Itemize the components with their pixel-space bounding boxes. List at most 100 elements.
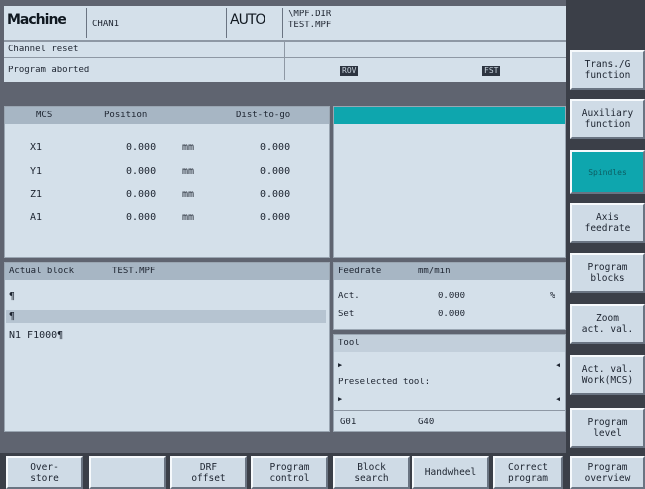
softkey-trans-g-function[interactable]: Trans./G function: [570, 50, 645, 90]
gcode-group-2: G40: [418, 418, 435, 427]
feedrate-set-label: Set: [338, 310, 355, 319]
axis-dist-to-go: 0.000: [260, 143, 291, 153]
axis-position: 0.000: [126, 213, 157, 223]
softkey-program-control[interactable]: Program control: [251, 456, 328, 489]
tool-arrow-left-icon: ◀: [556, 362, 561, 369]
divider: [226, 8, 227, 38]
block-line[interactable]: ¶: [9, 292, 15, 302]
area-title: Machine: [7, 13, 66, 27]
feedrate-title: Feedrate: [338, 267, 382, 276]
softkey-label: Correct: [507, 461, 549, 473]
channel-name: CHAN1: [92, 20, 120, 29]
axis-dist-to-go: 0.000: [260, 190, 291, 200]
block-line-highlight: [6, 310, 326, 323]
softkey-label: Act. val.: [581, 364, 634, 375]
softkey-auxiliary-function[interactable]: Auxiliary function: [570, 99, 645, 139]
softkey-axis-feedrate[interactable]: Axis feedrate: [570, 203, 645, 243]
status-channel-reset: Channel reset: [8, 45, 79, 54]
softkey-label: function: [584, 119, 631, 130]
softkey-label: control: [269, 472, 310, 484]
softkey-label: Handwheel: [424, 467, 477, 478]
col-header-dist-to-go: Dist-to-go: [236, 111, 291, 120]
tool-arrow-right-icon: ▶: [338, 362, 343, 369]
tool-title: Tool: [338, 339, 360, 348]
softkey-label: Over-: [30, 461, 59, 473]
divider: [4, 57, 566, 58]
status-program-aborted: Program aborted: [8, 66, 90, 75]
softkey-program-overview[interactable]: Program overview: [570, 456, 645, 489]
axis-unit: mm: [182, 167, 195, 177]
softkey-correct-program[interactable]: Correct program: [493, 456, 563, 489]
tool-arrow-left-icon: ◀: [556, 396, 561, 403]
feedrate-set-value: 0.000: [438, 310, 466, 319]
softkey-label: Work(MCS): [581, 375, 634, 386]
col-header-position: Position: [104, 111, 148, 120]
axis-label: A1: [30, 213, 43, 223]
axis-label: Z1: [30, 190, 43, 200]
softkey-label: function: [584, 70, 631, 81]
spindle-panel-header: [334, 107, 565, 124]
softkey-label: Program: [587, 461, 628, 473]
softkey-program-level[interactable]: Program level: [570, 408, 645, 448]
col-header-mcs: MCS: [36, 111, 53, 120]
divider: [86, 8, 87, 38]
program-path: \MPF.DIR: [288, 10, 332, 19]
softkey-label: program: [507, 472, 549, 484]
softkey-label: Program: [587, 417, 628, 428]
softkey-label: feedrate: [584, 223, 631, 234]
axis-position: 0.000: [126, 167, 157, 177]
softkey-label: Auxiliary: [581, 108, 634, 119]
softkey-label: Program: [269, 461, 310, 473]
softkey-label: DRF: [199, 461, 218, 473]
tool-header: [334, 335, 565, 352]
preselected-tool-label: Preselected tool:: [338, 378, 431, 387]
softkey-zoom-act-val[interactable]: Zoom act. val.: [570, 304, 645, 344]
divider: [284, 42, 285, 80]
softkey-drf-offset[interactable]: DRF offset: [170, 456, 247, 489]
mode-indicator: AUTO: [230, 13, 266, 27]
block-line[interactable]: N1 F1000¶: [9, 331, 63, 341]
feedrate-act-label: Act.: [338, 292, 360, 301]
axis-unit: mm: [182, 143, 195, 153]
feedrate-unit: mm/min: [418, 267, 451, 276]
actual-block-title: Actual block: [9, 267, 75, 276]
softkey-block-search[interactable]: Block search: [333, 456, 410, 489]
softkey-label: store: [30, 472, 59, 484]
softkey-empty[interactable]: [89, 456, 166, 489]
softkey-program-blocks[interactable]: Program blocks: [570, 253, 645, 293]
axis-unit: mm: [182, 213, 195, 223]
feedrate-act-value: 0.000: [438, 292, 466, 301]
gcode-group-1: G01: [340, 418, 357, 427]
actual-block-panel: [4, 262, 330, 432]
axis-label: X1: [30, 143, 43, 153]
softkey-handwheel[interactable]: Handwheel: [412, 456, 489, 489]
softkey-label: Trans./G: [584, 59, 631, 70]
softkey-label: level: [593, 428, 622, 439]
softkey-label: overview: [584, 472, 631, 484]
softkey-label: Axis: [596, 212, 619, 223]
axis-position: 0.000: [126, 143, 157, 153]
softkey-label: offset: [191, 472, 226, 484]
softkey-label: blocks: [590, 273, 625, 284]
axis-unit: mm: [182, 190, 195, 200]
axis-label: Y1: [30, 167, 43, 177]
softkey-act-val-work-mcs[interactable]: Act. val. Work(MCS): [570, 355, 645, 395]
block-line[interactable]: ¶: [9, 312, 15, 322]
axis-dist-to-go: 0.000: [260, 213, 291, 223]
fst-indicator: FST: [482, 66, 501, 76]
softkey-label: Block: [357, 461, 386, 473]
tool-arrow-right-icon: ▶: [338, 396, 343, 403]
divider: [334, 410, 565, 411]
softkey-label: search: [354, 472, 389, 484]
axis-position: 0.000: [126, 190, 157, 200]
spindle-panel: [333, 106, 566, 258]
program-name: TEST.MPF: [288, 21, 332, 30]
softkey-overstore[interactable]: Over- store: [6, 456, 83, 489]
softkey-label: Program: [587, 262, 628, 273]
feedrate-act-unit: %: [550, 292, 556, 301]
actual-block-program: TEST.MPF: [112, 267, 156, 276]
position-panel: [4, 106, 330, 258]
softkey-label: Zoom: [596, 313, 619, 324]
softkey-spindles[interactable]: Spindles: [570, 150, 645, 194]
axis-dist-to-go: 0.000: [260, 167, 291, 177]
